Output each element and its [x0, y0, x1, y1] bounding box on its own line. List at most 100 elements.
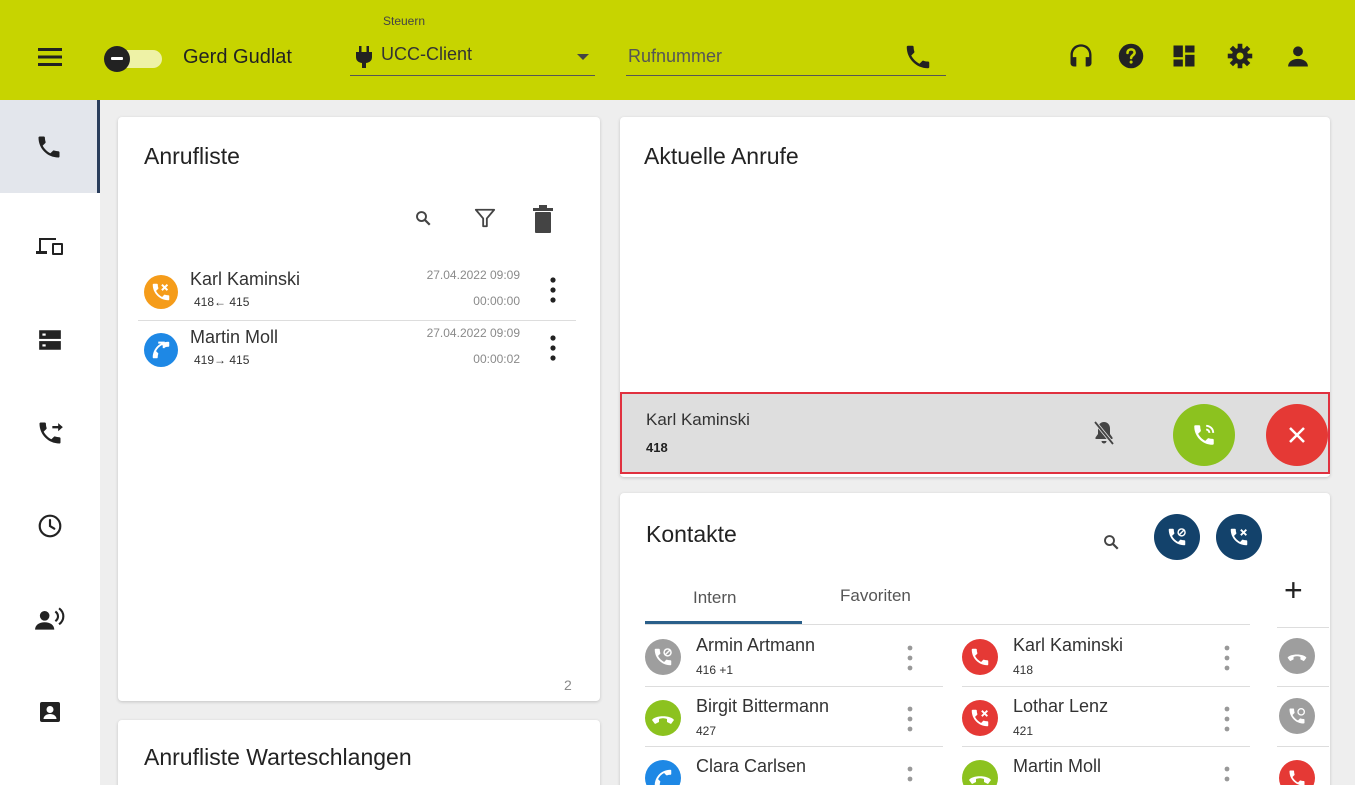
contact-number: 427	[696, 724, 717, 738]
row-divider	[962, 686, 1250, 687]
server-icon	[39, 329, 61, 350]
handset-icon	[962, 760, 998, 785]
call-outgoing-icon	[144, 333, 178, 367]
contact-number: 421	[1013, 724, 1034, 738]
dashboard-icon[interactable]	[1170, 42, 1198, 70]
sidebar-item-server[interactable]	[0, 293, 100, 386]
speaker-person-icon	[35, 606, 65, 630]
contact-item[interactable]: Clara Carlsen	[645, 748, 945, 785]
clock-icon	[38, 514, 62, 537]
number-input[interactable]	[626, 38, 946, 76]
contact-name: Armin Artmann	[696, 635, 816, 655]
queue-list-card: Anrufliste Warteschlangen	[118, 720, 600, 785]
help-icon[interactable]	[1117, 42, 1145, 70]
row-divider	[1277, 746, 1329, 747]
gear-icon[interactable]	[1226, 42, 1254, 70]
contact-card-icon	[40, 701, 60, 722]
contact-item[interactable]: Birgit Bittermann 427	[645, 688, 945, 746]
control-label: Steuern	[383, 14, 426, 28]
sidebar-item-history[interactable]	[0, 479, 100, 572]
row-divider	[1277, 686, 1329, 687]
call-date: 27.04.2022 09:09	[426, 268, 520, 282]
contact-name: Clara Carlsen	[696, 756, 807, 776]
contact-name: Martin Moll	[1013, 756, 1102, 776]
call-duration: 00:00:02	[473, 352, 520, 366]
presence-toggle[interactable]	[104, 46, 164, 72]
call-date: 27.04.2022 09:09	[426, 326, 520, 340]
row-divider	[645, 686, 943, 687]
contact-name: Birgit Bittermann	[696, 696, 830, 716]
caller-name: Karl Kaminski	[190, 269, 301, 289]
sidebar-item-contacts[interactable]	[0, 665, 100, 758]
call-route: 418← 415	[194, 295, 250, 309]
search-icon[interactable]	[1102, 533, 1120, 551]
filter-icon[interactable]	[474, 207, 496, 229]
contact-name: Lothar Lenz	[1013, 696, 1109, 716]
headset-icon[interactable]	[1067, 42, 1095, 70]
devices-icon	[36, 237, 63, 255]
client-select[interactable]: UCC-Client	[350, 38, 595, 76]
more-vert-icon[interactable]	[907, 645, 913, 671]
sidebar	[0, 100, 100, 785]
accept-call-button[interactable]	[1173, 404, 1235, 466]
call-duration: 00:00:00	[473, 294, 520, 308]
call-route: 419→ 415	[194, 353, 250, 367]
queue-list-title: Anrufliste Warteschlangen	[144, 744, 412, 770]
toggle-icon	[104, 46, 130, 72]
call-list-card: Anrufliste Karl Kaminski 418← 415 27.04.…	[118, 117, 600, 701]
call-status-icon	[645, 639, 681, 675]
trash-icon[interactable]	[533, 205, 553, 233]
more-vert-icon[interactable]	[550, 277, 556, 303]
block-calls-button[interactable]	[1216, 514, 1262, 560]
caller-name: Martin Moll	[190, 327, 279, 347]
menu-icon[interactable]	[38, 48, 62, 66]
current-calls-title: Aktuelle Anrufe	[644, 143, 799, 169]
user-name: Gerd Gudlat	[183, 46, 292, 68]
call-blocked-icon	[962, 700, 998, 736]
call-blocked-icon	[1230, 528, 1248, 546]
call-outgoing-icon	[645, 760, 681, 785]
more-vert-icon[interactable]	[550, 335, 556, 361]
plug-icon	[356, 46, 372, 68]
contact-item[interactable]: Lothar Lenz 421	[962, 688, 1262, 746]
phone-icon	[962, 639, 998, 675]
top-bar: Gerd Gudlat Steuern UCC-Client	[0, 0, 1355, 100]
bell-off-icon[interactable]	[1092, 420, 1116, 446]
sidebar-item-phone[interactable]	[0, 100, 100, 193]
search-icon[interactable]	[414, 209, 432, 227]
call-list-item[interactable]: Karl Kaminski 418← 415 27.04.2022 09:09 …	[138, 265, 576, 317]
handset-icon[interactable]	[1279, 638, 1315, 674]
call-group-button[interactable]	[1154, 514, 1200, 560]
phone-icon	[38, 136, 59, 157]
call-list-item[interactable]: Martin Moll 419→ 415 27.04.2022 09:09 00…	[138, 323, 576, 375]
contacts-title: Kontakte	[646, 521, 737, 547]
contact-item[interactable]: Karl Kaminski 418	[962, 627, 1262, 685]
call-status-icon	[1168, 528, 1186, 546]
reject-call-button[interactable]	[1266, 404, 1328, 466]
more-vert-icon[interactable]	[907, 766, 913, 785]
incoming-caller-name: Karl Kaminski	[646, 410, 750, 429]
phone-icon[interactable]	[903, 42, 933, 72]
sidebar-item-voice[interactable]	[0, 572, 100, 665]
close-icon	[1289, 427, 1305, 443]
more-vert-icon[interactable]	[1224, 645, 1230, 671]
person-icon[interactable]	[1284, 42, 1312, 70]
row-divider	[138, 320, 576, 321]
more-vert-icon[interactable]	[1224, 766, 1230, 785]
call-status-icon[interactable]	[1279, 698, 1315, 734]
more-vert-icon[interactable]	[907, 706, 913, 732]
call-answer-icon	[1194, 424, 1215, 445]
contact-item[interactable]: Armin Artmann 416 +1	[645, 627, 945, 685]
add-contact-button[interactable]: +	[1284, 574, 1303, 606]
incoming-call: Karl Kaminski 418	[620, 392, 1330, 474]
tab-intern[interactable]: Intern	[693, 588, 736, 608]
missed-call-icon	[144, 275, 178, 309]
call-forward-icon	[39, 422, 63, 443]
tab-favoriten[interactable]: Favoriten	[840, 586, 911, 606]
row-divider	[962, 746, 1250, 747]
call-count: 2	[564, 677, 572, 693]
sidebar-item-devices[interactable]	[0, 200, 100, 293]
sidebar-item-forward[interactable]	[0, 386, 100, 479]
contact-item[interactable]: Martin Moll	[962, 748, 1262, 785]
more-vert-icon[interactable]	[1224, 706, 1230, 732]
